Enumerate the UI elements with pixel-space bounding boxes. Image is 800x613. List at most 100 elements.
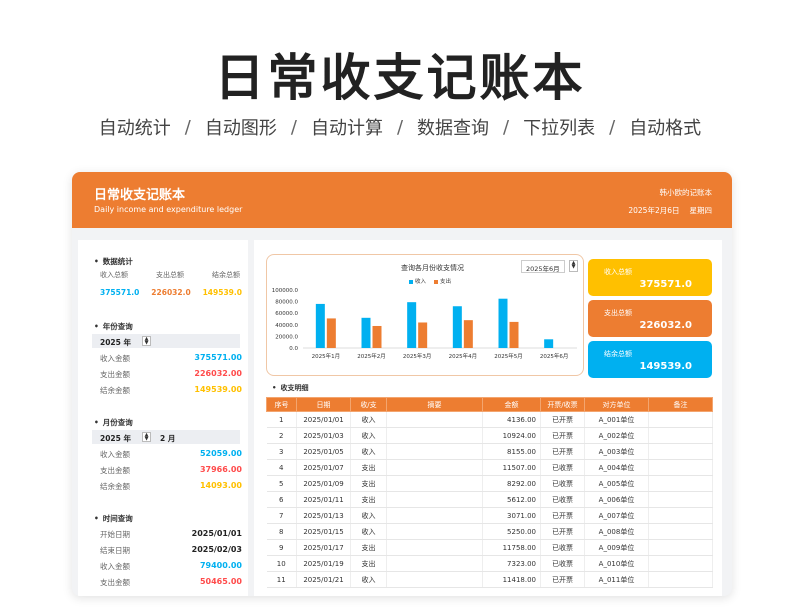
table-cell[interactable]: 5250.00 — [482, 523, 541, 540]
table-cell[interactable]: 10 — [266, 555, 297, 572]
chart-month-select[interactable]: 2025年6月 — [521, 260, 565, 273]
table-cell[interactable]: 已收票 — [540, 459, 585, 476]
table-cell[interactable]: 2025/01/11 — [296, 491, 351, 508]
table-cell[interactable]: 2025/01/07 — [296, 459, 351, 476]
table-row[interactable]: 4 2025/01/07 支出 11507.00 已收票 A_004单位 — [266, 459, 713, 476]
table-row[interactable]: 10 2025/01/19 支出 7323.00 已收票 A_010单位 — [266, 555, 713, 572]
table-cell[interactable] — [386, 411, 483, 428]
table-cell[interactable]: 6 — [266, 491, 297, 508]
table-cell[interactable]: 支出 — [350, 459, 387, 476]
table-row[interactable]: 7 2025/01/13 收入 3071.00 已开票 A_007单位 — [266, 507, 713, 524]
table-cell[interactable] — [648, 475, 713, 492]
year-selector[interactable]: 2025 年 ▲ ▼ — [92, 334, 240, 348]
table-cell[interactable]: 2025/01/05 — [296, 443, 351, 460]
month-selector[interactable]: 2025 年 ▲ ▼ 2 月 — [92, 430, 240, 444]
table-cell[interactable]: 2025/01/13 — [296, 507, 351, 524]
table-cell[interactable]: 收入 — [350, 443, 387, 460]
table-cell[interactable]: A_007单位 — [584, 507, 649, 524]
table-cell[interactable] — [648, 459, 713, 476]
column-header[interactable]: 备注 — [648, 397, 713, 412]
table-cell[interactable]: 3071.00 — [482, 507, 541, 524]
table-cell[interactable] — [386, 523, 483, 540]
table-cell[interactable] — [386, 507, 483, 524]
table-cell[interactable]: 8155.00 — [482, 443, 541, 460]
table-row[interactable]: 9 2025/01/17 支出 11758.00 已收票 A_009单位 — [266, 539, 713, 556]
column-header[interactable]: 日期 — [296, 397, 351, 412]
table-cell[interactable]: 2025/01/17 — [296, 539, 351, 556]
table-cell[interactable]: A_011单位 — [584, 571, 649, 588]
table-cell[interactable]: 已开票 — [540, 411, 585, 428]
month-year-spinner[interactable]: ▲ ▼ — [142, 432, 151, 442]
table-cell[interactable]: 已开票 — [540, 523, 585, 540]
table-cell[interactable]: 支出 — [350, 475, 387, 492]
table-cell[interactable]: A_001单位 — [584, 411, 649, 428]
table-cell[interactable] — [648, 571, 713, 588]
table-row[interactable]: 6 2025/01/11 支出 5612.00 已收票 A_006单位 — [266, 491, 713, 508]
column-header[interactable]: 金额 — [482, 397, 541, 412]
table-cell[interactable]: A_006单位 — [584, 491, 649, 508]
table-cell[interactable]: 收入 — [350, 571, 387, 588]
table-cell[interactable]: 11758.00 — [482, 539, 541, 556]
table-cell[interactable]: 11 — [266, 571, 297, 588]
table-cell[interactable] — [386, 459, 483, 476]
table-cell[interactable] — [648, 523, 713, 540]
table-cell[interactable]: 支出 — [350, 539, 387, 556]
table-cell[interactable]: 11418.00 — [482, 571, 541, 588]
table-row[interactable]: 3 2025/01/05 收入 8155.00 已开票 A_003单位 — [266, 443, 713, 460]
table-cell[interactable]: 收入 — [350, 427, 387, 444]
table-cell[interactable]: 已收票 — [540, 475, 585, 492]
table-cell[interactable]: 2 — [266, 427, 297, 444]
table-cell[interactable]: 5612.00 — [482, 491, 541, 508]
table-cell[interactable] — [386, 475, 483, 492]
table-cell[interactable]: 7 — [266, 507, 297, 524]
table-cell[interactable]: 2025/01/21 — [296, 571, 351, 588]
table-cell[interactable] — [648, 427, 713, 444]
table-cell[interactable]: 10924.00 — [482, 427, 541, 444]
table-cell[interactable]: 收入 — [350, 507, 387, 524]
table-cell[interactable]: 已开票 — [540, 443, 585, 460]
chart-month-spinner[interactable]: ▲ ▼ — [569, 260, 578, 272]
value[interactable]: 2025/02/03 — [192, 545, 242, 554]
table-cell[interactable]: 已收票 — [540, 491, 585, 508]
year-spinner[interactable]: ▲ ▼ — [142, 336, 151, 346]
table-cell[interactable] — [648, 507, 713, 524]
table-cell[interactable] — [386, 539, 483, 556]
table-cell[interactable] — [648, 491, 713, 508]
column-header[interactable]: 摘要 — [386, 397, 483, 412]
table-cell[interactable]: 3 — [266, 443, 297, 460]
column-header[interactable]: 序号 — [266, 397, 297, 412]
table-cell[interactable]: 11507.00 — [482, 459, 541, 476]
table-cell[interactable]: 5 — [266, 475, 297, 492]
table-cell[interactable]: 已收票 — [540, 539, 585, 556]
table-cell[interactable]: 已收票 — [540, 555, 585, 572]
table-row[interactable]: 1 2025/01/01 收入 4136.00 已开票 A_001单位 — [266, 411, 713, 428]
column-header[interactable]: 对方单位 — [584, 397, 649, 412]
table-cell[interactable]: A_010单位 — [584, 555, 649, 572]
table-cell[interactable]: 收入 — [350, 523, 387, 540]
table-cell[interactable]: 1 — [266, 411, 297, 428]
table-cell[interactable]: 支出 — [350, 555, 387, 572]
table-row[interactable]: 5 2025/01/09 支出 8292.00 已收票 A_005单位 — [266, 475, 713, 492]
table-cell[interactable] — [386, 571, 483, 588]
table-cell[interactable]: 已开票 — [540, 427, 585, 444]
table-cell[interactable]: 9 — [266, 539, 297, 556]
table-cell[interactable]: 收入 — [350, 411, 387, 428]
table-row[interactable]: 2 2025/01/03 收入 10924.00 已开票 A_002单位 — [266, 427, 713, 444]
table-cell[interactable] — [386, 427, 483, 444]
table-cell[interactable] — [386, 555, 483, 572]
table-cell[interactable]: 4 — [266, 459, 297, 476]
table-cell[interactable]: A_009单位 — [584, 539, 649, 556]
table-cell[interactable]: A_008单位 — [584, 523, 649, 540]
table-cell[interactable] — [386, 491, 483, 508]
column-header[interactable]: 开票/收票 — [540, 397, 585, 412]
table-cell[interactable]: 已开票 — [540, 571, 585, 588]
table-cell[interactable]: 2025/01/09 — [296, 475, 351, 492]
table-cell[interactable]: 2025/01/15 — [296, 523, 351, 540]
table-cell[interactable] — [648, 443, 713, 460]
table-cell[interactable] — [386, 443, 483, 460]
table-cell[interactable]: 8 — [266, 523, 297, 540]
table-cell[interactable]: A_004单位 — [584, 459, 649, 476]
table-cell[interactable]: 2025/01/19 — [296, 555, 351, 572]
table-cell[interactable]: 7323.00 — [482, 555, 541, 572]
table-cell[interactable]: 2025/01/03 — [296, 427, 351, 444]
